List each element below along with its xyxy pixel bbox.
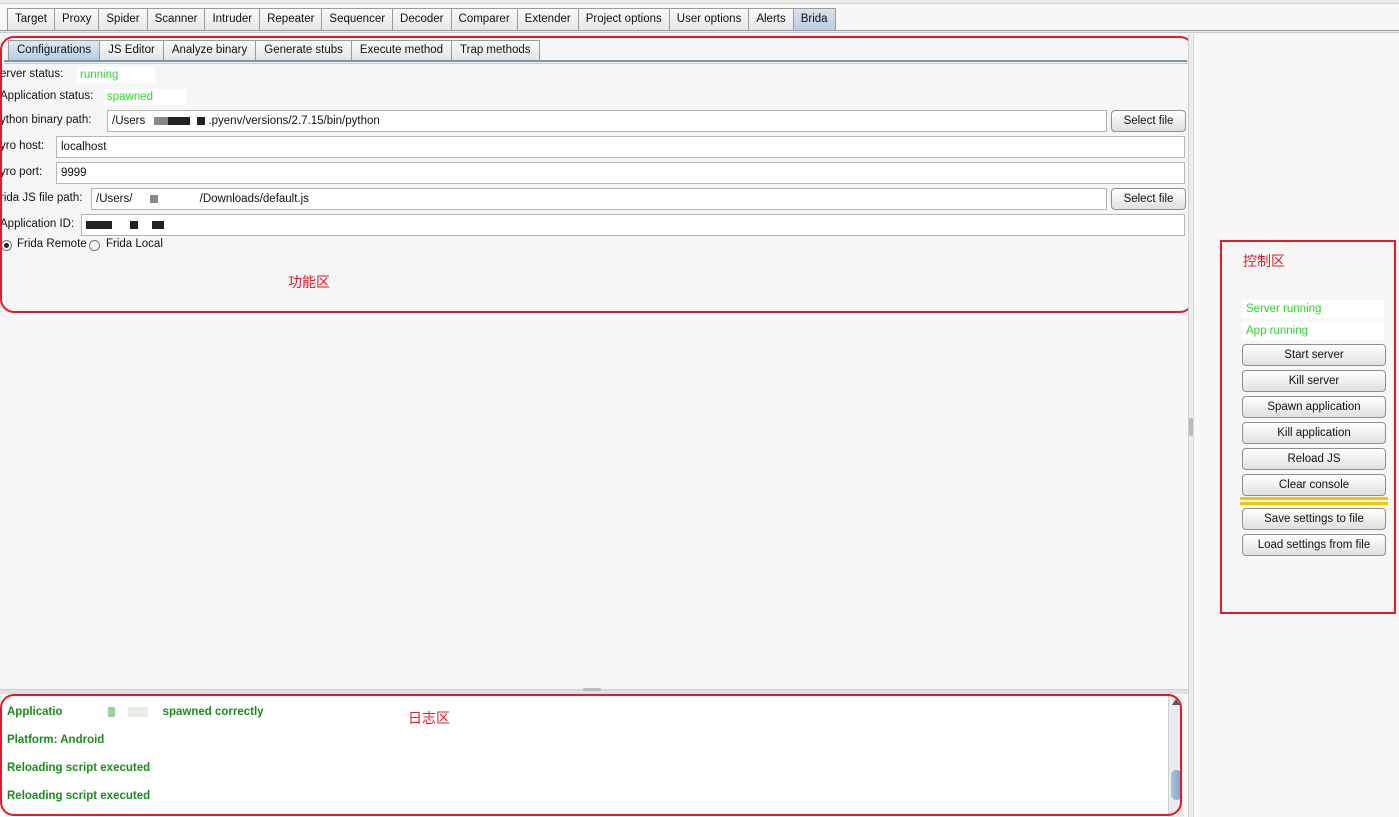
pyro-host-input[interactable]: localhost [56, 136, 1185, 158]
sub-tab-execute-method[interactable]: Execute method [350, 40, 452, 60]
frida-local-label: Frida Local [106, 238, 163, 250]
python-path-suffix: .pyenv/versions/2.7.15/bin/python [208, 115, 380, 127]
main-tab-brida[interactable]: Brida [792, 8, 836, 30]
console-line: Reloading script executed [7, 762, 150, 774]
sub-tab-analyze-binary[interactable]: Analyze binary [162, 40, 256, 60]
frida-js-path-suffix: /Downloads/default.js [199, 193, 309, 205]
select-js-file-button[interactable]: Select file [1111, 188, 1186, 210]
sub-tab-bar-underline [4, 60, 1187, 64]
scroll-thumb[interactable] [1171, 770, 1182, 800]
window-top-strip [0, 0, 1399, 4]
app-status-value: spawned [104, 89, 186, 105]
application-id-label: Application ID: [0, 218, 75, 230]
pyro-port-label: yro port: [0, 166, 43, 178]
main-tab-decoder[interactable]: Decoder [392, 8, 451, 30]
console-line: Reloading script executed [7, 790, 150, 802]
main-tab-repeater[interactable]: Repeater [259, 8, 322, 30]
frida-js-path-input[interactable]: /Users/ /Downloads/default.js [91, 188, 1107, 210]
main-tab-scanner[interactable]: Scanner [146, 8, 205, 30]
main-tab-proxy[interactable]: Proxy [53, 8, 99, 30]
load-settings-from-file-button[interactable]: Load settings from file [1242, 534, 1386, 556]
pyro-port-input[interactable]: 9999 [56, 162, 1185, 184]
console-scrollbar[interactable] [1168, 696, 1183, 817]
redacted-mark [197, 116, 206, 125]
brida-sub-tab-bar: Configurations JS Editor Analyze binary Gen… [8, 40, 540, 60]
split-handle[interactable] [583, 688, 601, 691]
console-line-text: Reloading script executed [7, 790, 151, 802]
control-server-status: Server running [1242, 300, 1384, 318]
python-binary-path-input[interactable]: /Users .pyenv/versions/2.7.15/bin/python [107, 110, 1107, 132]
main-tab-spider[interactable]: Spider [98, 8, 147, 30]
console-line-text: spawned correctly [162, 706, 264, 718]
main-tab-extender[interactable]: Extender [516, 8, 578, 30]
redacted-mark [130, 220, 138, 229]
control-app-status: App running [1242, 322, 1384, 340]
redacted-mark [62, 706, 163, 717]
reload-js-button[interactable]: Reload JS [1242, 448, 1386, 470]
main-tab-comparer[interactable]: Comparer [450, 8, 517, 30]
server-status-label: erver status: [0, 68, 64, 80]
vertical-split-handle[interactable] [1189, 418, 1193, 436]
clear-console-button[interactable]: Clear console [1242, 474, 1386, 496]
main-tab-alerts[interactable]: Alerts [748, 8, 793, 30]
python-path-prefix: /Users [112, 115, 146, 127]
console-line-text: Platform: Android [7, 734, 105, 746]
console-line: Applicatio spawned correctly [7, 706, 264, 718]
control-area-annotation: 控制区 [1243, 254, 1285, 270]
redacted-mark [86, 220, 112, 229]
main-tab-target[interactable]: Target [7, 8, 54, 30]
save-settings-to-file-button[interactable]: Save settings to file [1242, 508, 1386, 530]
console-line-text: Reloading script executed [7, 762, 151, 774]
sub-tab-js-editor[interactable]: JS Editor [99, 40, 163, 60]
console-line-text: Applicatio [7, 706, 63, 718]
sub-tab-trap-methods[interactable]: Trap methods [451, 40, 540, 60]
app-status-label: Application status: [0, 90, 94, 102]
kill-application-button[interactable]: Kill application [1242, 422, 1386, 444]
spawn-application-button[interactable]: Spawn application [1242, 396, 1386, 418]
main-tab-bar: Target Proxy Spider Scanner Intruder Repeater… [7, 8, 836, 30]
frida-local-radio[interactable] [89, 240, 100, 251]
redacted-mark [149, 194, 158, 203]
log-area-annotation: 日志区 [408, 711, 450, 727]
control-separator [1240, 497, 1388, 505]
pyro-host-label: yro host: [0, 140, 45, 152]
python-binary-label: ython binary path: [0, 114, 92, 126]
main-tab-bar-underline [0, 30, 1399, 33]
console-line: Platform: Android [7, 734, 104, 746]
redacted-mark [152, 220, 164, 229]
select-python-file-button[interactable]: Select file [1111, 110, 1186, 132]
start-server-button[interactable]: Start server [1242, 344, 1386, 366]
server-status-value: running [77, 67, 155, 83]
redacted-mark [168, 116, 191, 125]
log-console: Applicatio spawned correctly Platform: And… [0, 696, 1168, 817]
scroll-up-arrow-icon[interactable] [1172, 699, 1180, 705]
main-tab-project-options[interactable]: Project options [577, 8, 669, 30]
frida-js-path-label: rida JS file path: [0, 192, 83, 204]
application-id-input[interactable] [81, 214, 1185, 236]
frida-remote-label: Frida Remote [17, 238, 87, 250]
sub-tab-generate-stubs[interactable]: Generate stubs [255, 40, 351, 60]
redacted-mark [154, 116, 169, 125]
main-tab-intruder[interactable]: Intruder [204, 8, 260, 30]
function-area-annotation: 功能区 [288, 275, 330, 291]
main-tab-user-options[interactable]: User options [668, 8, 749, 30]
kill-server-button[interactable]: Kill server [1242, 370, 1386, 392]
sub-tab-configurations[interactable]: Configurations [8, 40, 100, 60]
main-tab-sequencer[interactable]: Sequencer [321, 8, 393, 30]
frida-remote-radio[interactable] [1, 240, 12, 251]
frida-js-path-prefix: /Users/ [96, 193, 133, 205]
